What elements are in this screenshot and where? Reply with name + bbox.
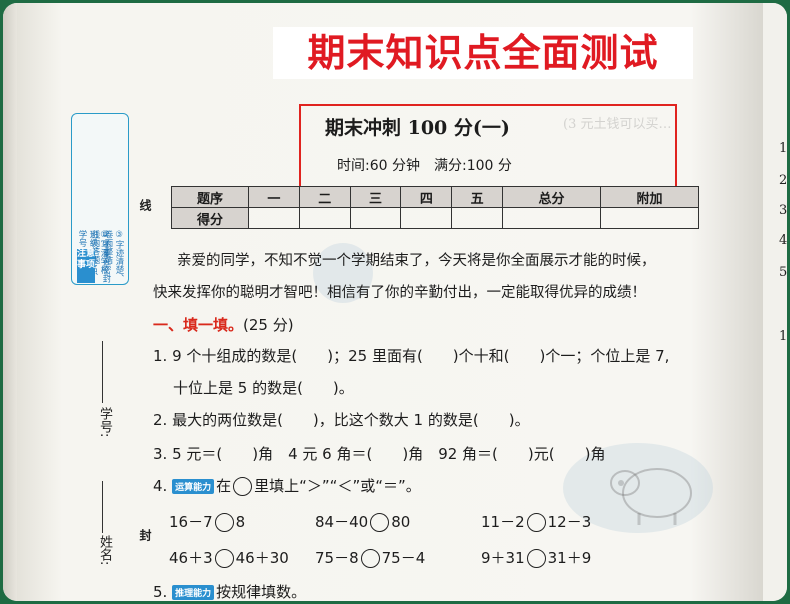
right-page-number: 1 [779, 141, 787, 156]
exam-title: 期末冲刺 100 分(一) [325, 117, 510, 139]
skill-tag: 推理能力 [172, 585, 215, 600]
score-table-header: 一 [248, 186, 300, 208]
notice-tab: 注意事项 [77, 249, 95, 283]
score-cell[interactable] [298, 207, 351, 229]
compare-item: 84－40 80 [315, 511, 410, 532]
compare-right: 80 [391, 513, 411, 531]
skill-tag: 运算能力 [172, 479, 215, 494]
score-table-row-label: 题序 [171, 186, 249, 208]
question-3: 3. 5 元＝( )角 4 元 6 角＝( )角 92 角＝( )元( )角 [153, 445, 606, 463]
compare-circle[interactable] [370, 513, 390, 532]
intro-line: 快来发挥你的聪明才智吧！相信有了你的辛勤付出，一定能取得优异的成绩！ [153, 285, 646, 301]
student-number-label: 学号: [97, 407, 112, 438]
question-1-line-1: 1. 9 个十组成的数是( )；25 里面有( )个十和( )个一；个位上是 7… [153, 347, 670, 365]
banner-title: 期末知识点全面测试 [307, 31, 659, 75]
compare-right: 31＋9 [547, 549, 592, 567]
compare-left: 11－2 [481, 513, 525, 531]
compare-left: 84－40 [315, 513, 369, 531]
right-page-number: 5 [779, 265, 787, 280]
question-1-line-2: 十位上是 5 的数是( )。 [173, 379, 354, 397]
question-4-suffix: 里填上“＞”“＜”或“＝”。 [254, 477, 421, 495]
compare-right: 8 [235, 513, 246, 531]
name-line [102, 481, 103, 533]
compare-circle[interactable] [214, 549, 234, 568]
score-table-header: 五 [451, 186, 504, 208]
score-table-header: 三 [349, 186, 402, 208]
intro-line: 亲爱的同学，不知不觉一个学期结束了，今天将是你全面展示才能的时候， [177, 253, 656, 269]
compare-left: 9＋31 [481, 549, 525, 567]
photo-frame: 1 2 3 4 5 1 期末知识点全面测试 ①写清学校、班级、姓名、学号 ②不要… [3, 3, 787, 601]
compare-right: 46＋30 [235, 549, 289, 567]
score-table-header: 二 [298, 186, 351, 208]
compare-left: 16－7 [169, 513, 213, 531]
score-cell[interactable] [248, 207, 300, 229]
score-table-score-row: 得分 [171, 207, 699, 229]
binding-line-char: 线 [138, 199, 152, 211]
right-page-number: 1 [779, 329, 787, 344]
student-number-line [102, 341, 103, 403]
question-5-text: 按规律填数。 [216, 583, 307, 601]
right-page-number: 3 [779, 203, 787, 218]
name-label: 姓名: [97, 535, 112, 566]
right-page-number: 2 [779, 173, 787, 188]
score-table-header-row: 题序 一 二 三 四 五 总分 附加 [171, 186, 699, 208]
compare-item: 9＋31 31＋9 [481, 547, 591, 568]
score-cell[interactable] [451, 207, 504, 229]
section-title: 一、填一填。(25 分) [153, 314, 294, 335]
compare-item: 75－8 75－4 [315, 547, 425, 568]
notice-line: ③字迹清楚、卷面整洁 [103, 230, 124, 283]
question-4: 4. 运算能力在 里填上“＞”“＜”或“＝”。 [153, 475, 421, 496]
section-title-text: 一、填一填。 [153, 316, 244, 334]
score-cell[interactable] [349, 207, 402, 229]
score-table-header: 总分 [502, 186, 602, 208]
score-table-row-label: 得分 [171, 207, 249, 229]
question-4-prefix: 在 [216, 477, 232, 495]
question-2: 2. 最大的两位数是( )，比这个数大 1 的数是( )。 [153, 411, 530, 429]
blank-circle-icon [233, 477, 253, 496]
compare-item: 11－2 12－3 [481, 511, 591, 532]
exam-time-score: 时间:60 分钟 满分:100 分 [337, 158, 512, 174]
score-table: 题序 一 二 三 四 五 总分 附加 得分 [171, 186, 699, 229]
binding-seal-char: 封 [138, 529, 152, 541]
question-4-number: 4. [153, 477, 168, 495]
notice-tab-label: 注意事项 [77, 249, 96, 270]
compare-right: 12－3 [547, 513, 592, 531]
compare-left: 46＋3 [169, 549, 213, 567]
right-page-number: 4 [779, 233, 787, 248]
question-5: 5. 推理能力 按规律填数。 [153, 581, 306, 601]
compare-circle[interactable] [526, 549, 546, 568]
score-cell[interactable] [400, 207, 453, 229]
compare-item: 16－7 8 [169, 511, 245, 532]
score-table-header: 附加 [600, 186, 699, 208]
section-score: (25 分) [243, 316, 294, 334]
compare-item: 46＋3 46＋30 [169, 547, 289, 568]
pig-illustration-icon [610, 468, 692, 525]
compare-circle[interactable] [526, 513, 546, 532]
compare-circle[interactable] [360, 549, 380, 568]
question-5-number: 5. [153, 583, 168, 601]
next-page-edge: 1 2 3 4 5 1 [763, 3, 787, 601]
score-cell[interactable] [502, 207, 602, 229]
compare-left: 75－8 [315, 549, 359, 567]
compare-right: 75－4 [381, 549, 426, 567]
banner: 期末知识点全面测试 [273, 27, 693, 79]
score-table-header: 四 [400, 186, 453, 208]
score-cell[interactable] [600, 207, 699, 229]
compare-circle[interactable] [214, 513, 234, 532]
